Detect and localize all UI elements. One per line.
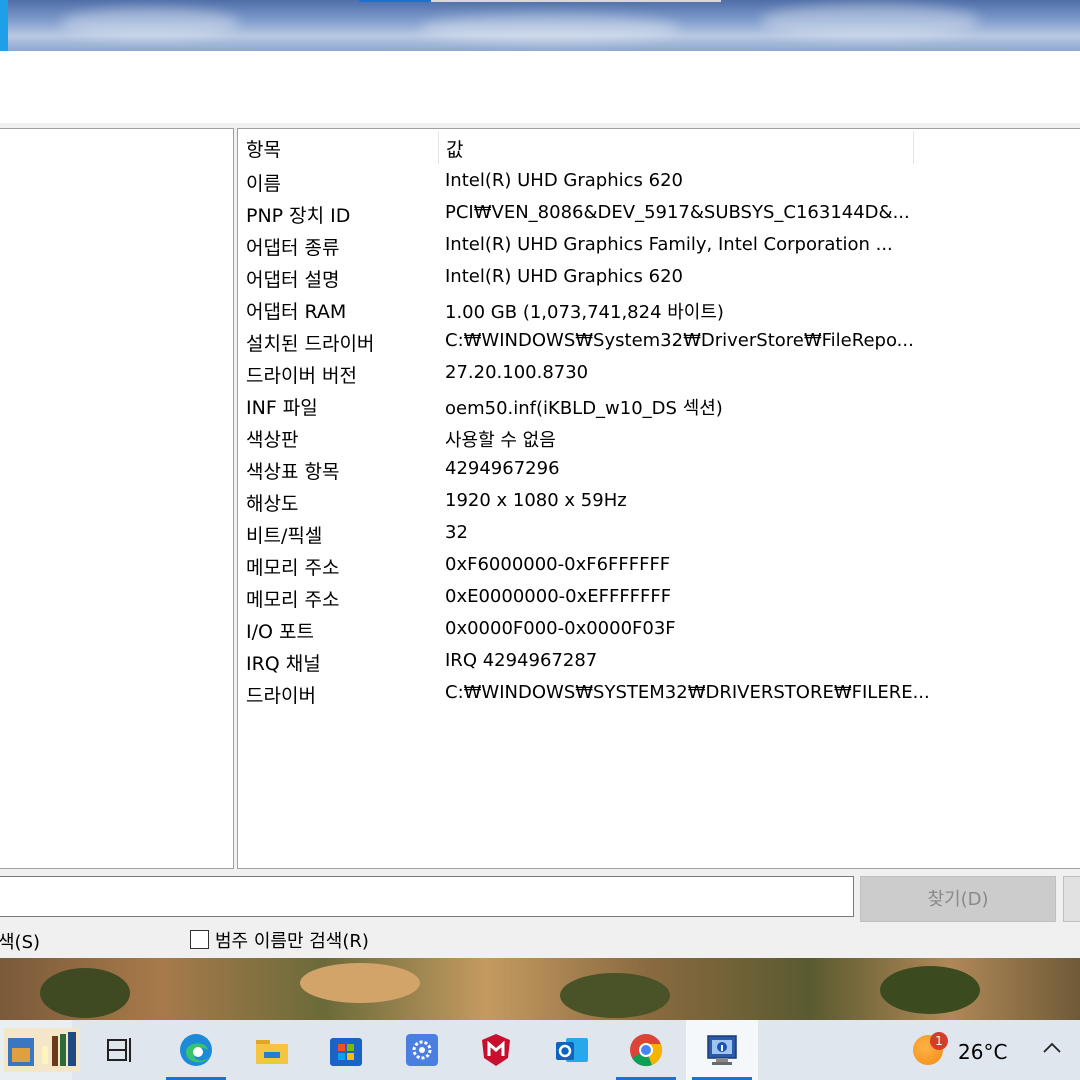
edge-icon	[180, 1034, 212, 1066]
row-item-label: 어댑터 종류	[246, 237, 340, 259]
row-value: C:₩WINDOWS₩System32₩DriverStore₩FileRepo…	[445, 330, 914, 351]
desktop-thumbnail-icon	[4, 1028, 80, 1072]
chrome-icon	[630, 1034, 663, 1067]
wallpaper-bottom	[0, 958, 1080, 1020]
table-row[interactable]: 어댑터 RAM 1.00 GB (1,073,741,824 바이트)	[238, 295, 1080, 327]
table-row[interactable]: 메모리 주소 0xF6000000-0xF6FFFFFF	[238, 551, 1080, 583]
store-button[interactable]	[310, 1020, 382, 1080]
row-item-label: I/O 포트	[246, 621, 314, 643]
row-value: oem50.inf(iKBLD_w10_DS 섹션)	[445, 398, 723, 419]
edge-button[interactable]	[160, 1020, 232, 1080]
settings-icon	[406, 1034, 438, 1066]
checkbox[interactable]	[190, 930, 209, 949]
column-divider[interactable]	[438, 131, 439, 164]
search-input[interactable]	[0, 876, 854, 917]
notification-badge: 1	[930, 1032, 948, 1050]
row-item-label: 비트/픽셀	[246, 525, 323, 547]
row-item-label: 색상판	[246, 429, 299, 451]
checkbox-label: 범주 이름만 검색(R)	[215, 931, 369, 952]
active-tab-indicator	[359, 0, 431, 2]
window-toolbar	[0, 51, 1080, 123]
table-row[interactable]: 비트/픽셀 32	[238, 519, 1080, 551]
row-value: IRQ 4294967287	[445, 650, 598, 671]
table-row[interactable]: 어댑터 종류 Intel(R) UHD Graphics Family, Inte…	[238, 231, 1080, 263]
row-item-label: 어댑터 설명	[246, 269, 340, 291]
file-explorer-button[interactable]	[236, 1020, 308, 1080]
row-value: 0xE0000000-0xEFFFFFFF	[445, 586, 672, 607]
row-item-label: 색상표 항목	[246, 461, 340, 483]
row-item-label: 드라이버	[246, 685, 316, 707]
row-value: Intel(R) UHD Graphics 620	[445, 266, 683, 287]
row-value: 27.20.100.8730	[445, 362, 589, 383]
mcafee-icon	[482, 1034, 510, 1066]
table-row[interactable]: INF 파일 oem50.inf(iKBLD_w10_DS 섹션)	[238, 391, 1080, 423]
row-value: 사용할 수 없음	[445, 430, 556, 451]
row-item-label: 메모리 주소	[246, 557, 340, 579]
row-item-label: 이름	[246, 173, 281, 195]
outlook-button[interactable]	[536, 1020, 608, 1080]
row-value: Intel(R) UHD Graphics 620	[445, 170, 683, 191]
file-explorer-icon	[256, 1040, 288, 1064]
row-item-label: 메모리 주소	[246, 589, 340, 611]
row-value: 1.00 GB (1,073,741,824 바이트)	[445, 302, 724, 323]
window-edge	[0, 0, 8, 51]
details-list-pane[interactable]: 항목 값 이름 Intel(R) UHD Graphics 620 PNP 장치 I…	[237, 128, 1080, 869]
row-value: 32	[445, 522, 468, 543]
table-row[interactable]: I/O 포트 0x0000F000-0x0000F03F	[238, 615, 1080, 647]
system-info-button[interactable]	[686, 1020, 758, 1080]
settings-button[interactable]	[386, 1020, 458, 1080]
row-item-label: 해상도	[246, 493, 299, 515]
row-value: 0x0000F000-0x0000F03F	[445, 618, 676, 639]
row-value: Intel(R) UHD Graphics Family, Intel Corp…	[445, 234, 893, 255]
table-row[interactable]: PNP 장치 ID PCI₩VEN_8086&DEV_5917&SUBSYS_C1…	[238, 199, 1080, 231]
chrome-button[interactable]	[610, 1020, 682, 1080]
table-row[interactable]: 이름 Intel(R) UHD Graphics 620	[238, 167, 1080, 199]
table-row[interactable]: 어댑터 설명 Intel(R) UHD Graphics 620	[238, 263, 1080, 295]
temperature-label[interactable]: 26°C	[958, 1040, 1007, 1064]
tray-chevron-icon[interactable]	[1040, 1036, 1064, 1066]
column-divider[interactable]	[913, 131, 914, 164]
task-view-icon	[107, 1038, 131, 1062]
row-value: PCI₩VEN_8086&DEV_5917&SUBSYS_C163144D&..…	[445, 202, 910, 223]
table-row[interactable]: 설치된 드라이버 C:₩WINDOWS₩System32₩DriverStore₩…	[238, 327, 1080, 359]
tab-strip	[431, 0, 721, 2]
system-info-icon	[707, 1035, 737, 1065]
store-icon	[330, 1038, 362, 1066]
search-selected-category-option[interactable]: 색(S)	[0, 928, 40, 954]
list-header: 항목 값	[238, 129, 1080, 164]
find-button[interactable]: 찾기(D)	[860, 876, 1056, 922]
list-body: 이름 Intel(R) UHD Graphics 620 PNP 장치 ID PCI₩…	[238, 167, 1080, 711]
table-row[interactable]: 색상판 사용할 수 없음	[238, 423, 1080, 455]
task-view-button[interactable]	[84, 1020, 156, 1080]
row-value: 0xF6000000-0xF6FFFFFF	[445, 554, 671, 575]
wallpaper-top	[0, 0, 1080, 51]
table-row[interactable]: 색상표 항목 4294967296	[238, 455, 1080, 487]
row-value: 4294967296	[445, 458, 560, 479]
row-item-label: IRQ 채널	[246, 653, 321, 675]
column-header-value[interactable]: 값	[446, 135, 463, 162]
row-item-label: INF 파일	[246, 397, 318, 419]
row-item-label: 드라이버 버전	[246, 365, 357, 387]
table-row[interactable]: 해상도 1920 x 1080 x 59Hz	[238, 487, 1080, 519]
table-row[interactable]: 드라이버 버전 27.20.100.8730	[238, 359, 1080, 391]
table-row[interactable]: IRQ 채널 IRQ 4294967287	[238, 647, 1080, 679]
table-row[interactable]: 드라이버 C:₩WINDOWS₩SYSTEM32₩DRIVERSTORE₩FILE…	[238, 679, 1080, 711]
category-tree-pane[interactable]	[0, 128, 234, 869]
column-header-item[interactable]: 항목	[246, 135, 281, 162]
table-row[interactable]: 메모리 주소 0xE0000000-0xEFFFFFFF	[238, 583, 1080, 615]
outlook-icon	[556, 1038, 588, 1062]
row-value: C:₩WINDOWS₩SYSTEM32₩DRIVERSTORE₩FILERE..…	[445, 682, 930, 703]
mcafee-button[interactable]	[460, 1020, 532, 1080]
row-item-label: 어댑터 RAM	[246, 301, 347, 323]
row-item-label: PNP 장치 ID	[246, 205, 351, 227]
search-category-names-option[interactable]: 범주 이름만 검색(R)	[190, 927, 369, 953]
row-item-label: 설치된 드라이버	[246, 333, 375, 355]
row-value: 1920 x 1080 x 59Hz	[445, 490, 627, 511]
desktop-thumbnail[interactable]	[0, 1020, 80, 1080]
close-find-button[interactable]	[1063, 876, 1080, 922]
